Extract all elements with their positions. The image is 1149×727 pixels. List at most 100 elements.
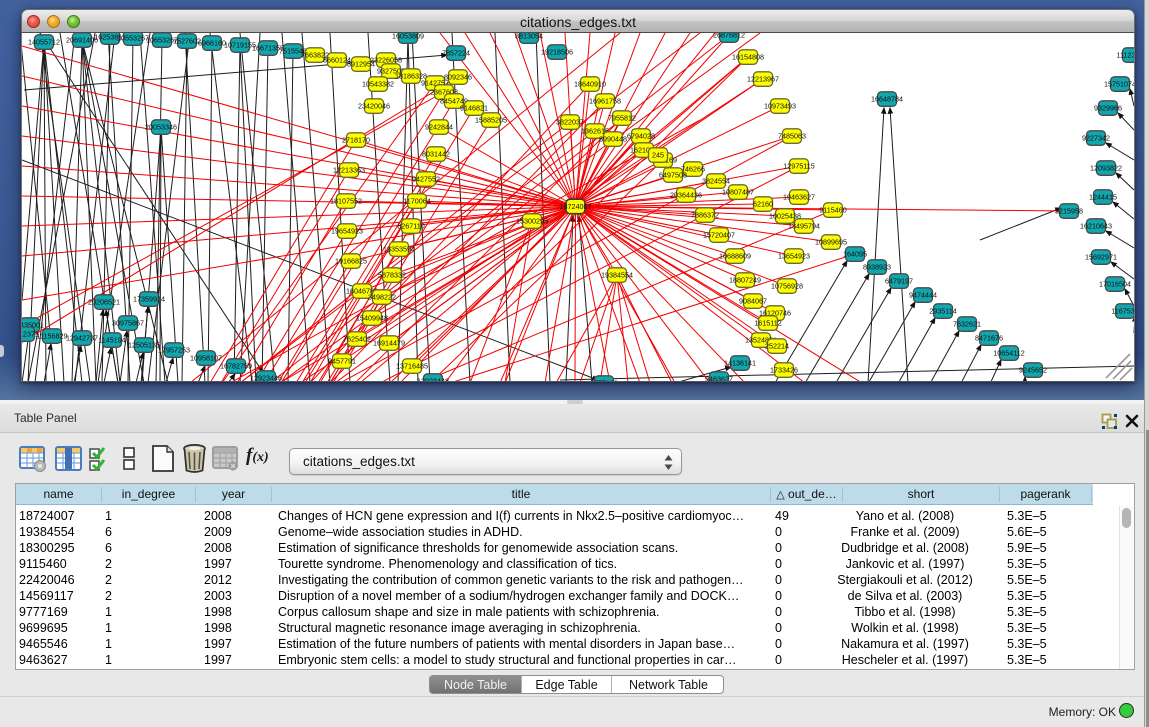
svg-text:62160: 62160 bbox=[753, 200, 773, 209]
svg-text:9227342: 9227342 bbox=[1082, 134, 1110, 143]
svg-text:7886372: 7886372 bbox=[691, 211, 719, 220]
svg-text:5878332: 5878332 bbox=[378, 271, 406, 280]
svg-text:19166825: 19166825 bbox=[335, 257, 367, 266]
svg-text:16648784: 16648784 bbox=[871, 95, 903, 104]
svg-text:15751074: 15751074 bbox=[1104, 80, 1134, 89]
svg-text:15300295: 15300295 bbox=[516, 217, 548, 226]
svg-text:10756928: 10756928 bbox=[771, 282, 803, 291]
svg-text:12942737: 12942737 bbox=[66, 334, 98, 343]
svg-text:15692971: 15692971 bbox=[1085, 253, 1117, 262]
svg-text:30975867: 30975867 bbox=[112, 319, 144, 328]
svg-text:18640910: 18640910 bbox=[574, 80, 606, 89]
svg-text:19463627: 19463627 bbox=[783, 193, 815, 202]
svg-text:8938923: 8938923 bbox=[863, 263, 891, 272]
svg-text:17957253: 17957253 bbox=[158, 346, 190, 355]
svg-text:11123744: 11123744 bbox=[1117, 51, 1134, 60]
svg-text:13654923: 13654923 bbox=[778, 252, 810, 261]
svg-text:9463627: 9463627 bbox=[705, 375, 733, 382]
svg-text:245: 245 bbox=[652, 151, 664, 160]
svg-text:1167531: 1167531 bbox=[1111, 307, 1134, 316]
svg-text:8267110: 8267110 bbox=[397, 222, 424, 231]
svg-text:3824554: 3824554 bbox=[702, 177, 730, 186]
svg-text:9457791: 9457791 bbox=[328, 357, 356, 366]
svg-text:9474444: 9474444 bbox=[909, 291, 937, 300]
svg-text:16210643: 16210643 bbox=[1080, 222, 1112, 231]
svg-text:20053346: 20053346 bbox=[145, 123, 177, 132]
svg-text:15885205: 15885205 bbox=[475, 116, 507, 125]
svg-text:6966160: 6966160 bbox=[198, 39, 226, 48]
svg-text:11156829: 11156829 bbox=[37, 332, 68, 341]
svg-text:15720407: 15720407 bbox=[703, 231, 735, 240]
svg-text:10654112: 10654112 bbox=[993, 349, 1024, 358]
svg-text:18107552: 18107552 bbox=[330, 197, 362, 206]
svg-text:12093822: 12093822 bbox=[1090, 164, 1122, 173]
svg-text:15409948: 15409948 bbox=[356, 314, 388, 323]
svg-text:16053809: 16053809 bbox=[392, 33, 424, 41]
svg-text:1527602: 1527602 bbox=[173, 37, 201, 46]
svg-text:19218506: 19218506 bbox=[541, 48, 573, 57]
svg-text:1615112: 1615112 bbox=[754, 319, 781, 328]
svg-text:10553267: 10553267 bbox=[117, 34, 149, 43]
svg-text:1244415: 1244415 bbox=[1089, 193, 1117, 202]
svg-text:19654923: 19654923 bbox=[331, 227, 363, 236]
svg-text:18724007: 18724007 bbox=[560, 202, 592, 211]
svg-text:6497508: 6497508 bbox=[659, 171, 687, 180]
svg-text:10973493: 10973493 bbox=[764, 102, 796, 111]
svg-text:10807487: 10807487 bbox=[722, 188, 754, 197]
svg-text:8813054: 8813054 bbox=[515, 33, 543, 41]
svg-text:1145194: 1145194 bbox=[98, 336, 125, 345]
svg-text:13716485: 13716485 bbox=[396, 362, 428, 371]
svg-text:20691406: 20691406 bbox=[66, 36, 98, 45]
svg-text:13495794: 13495794 bbox=[788, 222, 820, 231]
svg-text:14136141: 14136141 bbox=[724, 359, 756, 368]
svg-text:9115460: 9115460 bbox=[819, 206, 846, 215]
svg-text:10899695: 10899695 bbox=[815, 238, 847, 247]
svg-text:8092346: 8092346 bbox=[444, 73, 472, 82]
svg-text:3822037: 3822037 bbox=[556, 118, 584, 127]
svg-text:16961758: 16961758 bbox=[589, 97, 621, 106]
svg-text:16154808: 16154808 bbox=[732, 53, 764, 62]
svg-text:3215958: 3215958 bbox=[1055, 207, 1083, 216]
svg-text:16782759: 16782759 bbox=[220, 362, 252, 371]
svg-text:8990448: 8990448 bbox=[599, 135, 627, 144]
svg-text:20206521: 20206521 bbox=[88, 298, 120, 307]
svg-text:8031442: 8031442 bbox=[422, 150, 450, 159]
svg-text:6479197: 6479197 bbox=[885, 277, 913, 286]
svg-text:9242844: 9242844 bbox=[425, 123, 453, 132]
svg-text:12213967: 12213967 bbox=[747, 75, 779, 84]
svg-text:12213363: 12213363 bbox=[333, 166, 365, 175]
svg-text:9427552: 9427552 bbox=[412, 175, 440, 184]
svg-text:252214: 252214 bbox=[765, 342, 789, 351]
svg-text:7955812: 7955812 bbox=[608, 114, 636, 123]
svg-text:26876812: 26876812 bbox=[713, 33, 745, 40]
svg-text:164095: 164095 bbox=[843, 250, 867, 259]
svg-text:20364436: 20364436 bbox=[670, 191, 702, 200]
svg-text:1170064: 1170064 bbox=[403, 197, 430, 206]
svg-text:10543382: 10543382 bbox=[362, 80, 394, 89]
svg-text:6794028: 6794028 bbox=[627, 132, 655, 141]
svg-text:7857224: 7857224 bbox=[442, 49, 470, 58]
svg-text:3498222: 3498222 bbox=[368, 293, 396, 302]
svg-text:9084067: 9084067 bbox=[739, 297, 767, 306]
svg-text:16914479: 16914479 bbox=[373, 339, 405, 348]
svg-text:12975115: 12975115 bbox=[783, 162, 814, 171]
svg-text:2718170: 2718170 bbox=[342, 136, 370, 145]
svg-text:7485063: 7485063 bbox=[778, 132, 806, 141]
svg-text:10688609: 10688609 bbox=[719, 252, 751, 261]
svg-text:9146821: 9146821 bbox=[460, 104, 488, 113]
svg-text:23420046: 23420046 bbox=[358, 102, 390, 111]
svg-text:12023448: 12023448 bbox=[417, 377, 449, 382]
svg-text:18807249: 18807249 bbox=[729, 276, 761, 285]
svg-text:17016504: 17016504 bbox=[1099, 280, 1131, 289]
svg-text:9329966: 9329966 bbox=[1094, 104, 1122, 113]
svg-text:12923446: 12923446 bbox=[250, 374, 282, 382]
svg-text:13353594: 13353594 bbox=[383, 245, 415, 254]
svg-text:10958107: 10958107 bbox=[190, 354, 222, 363]
svg-text:7625402: 7625402 bbox=[343, 335, 371, 344]
svg-text:9777169: 9777169 bbox=[590, 379, 618, 382]
svg-text:19384554: 19384554 bbox=[601, 271, 633, 280]
svg-text:17359924: 17359924 bbox=[133, 295, 165, 304]
svg-text:8471676: 8471676 bbox=[975, 334, 1003, 343]
svg-text:1733426: 1733426 bbox=[770, 366, 798, 375]
svg-text:7632621: 7632621 bbox=[953, 320, 981, 329]
